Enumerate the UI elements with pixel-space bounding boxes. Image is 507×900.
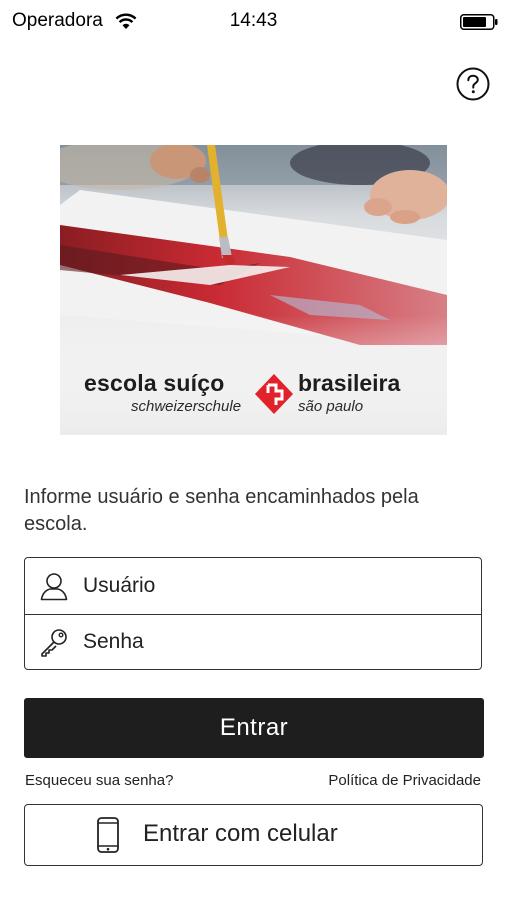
login-instructions: Informe usuário e senha encaminhados pel… [24, 486, 419, 535]
login-form: Usuário Senha [24, 557, 482, 670]
question-circle-icon[interactable] [456, 67, 490, 101]
enter-button-label: Entrar [219, 714, 289, 741]
password-placeholder: Senha [83, 630, 144, 653]
privacy-policy-link[interactable]: Política de Privacidade [328, 772, 481, 789]
password-field[interactable]: Senha [25, 614, 481, 670]
enter-button[interactable]: Entrar [24, 698, 484, 758]
smartphone-icon [97, 817, 119, 853]
forgot-password-link[interactable]: Esqueceu sua senha? [25, 772, 173, 789]
battery-icon [460, 14, 498, 30]
key-icon [41, 629, 67, 657]
username-placeholder: Usuário [83, 574, 156, 597]
user-icon [40, 573, 68, 601]
school-logo-icon [255, 374, 293, 414]
status-bar: Operadora 14:43 [0, 0, 507, 44]
logo-text-right: brasileira [298, 370, 401, 396]
status-time: 14:43 [229, 10, 278, 31]
logo-subtitle-right: são paulo [298, 398, 364, 415]
logo-subtitle-left: schweizerschule [131, 398, 242, 415]
phone-login-label: Entrar com celular [143, 820, 338, 847]
phone-login-button[interactable]: Entrar com celular [24, 804, 483, 866]
school-banner-image: escola suíço brasileira schweizerschule … [60, 145, 447, 435]
username-field[interactable]: Usuário [25, 558, 481, 615]
logo-text-left: escola suíço [84, 370, 225, 396]
login-screen: Operadora 14:43 escola suíço brasileira … [0, 0, 507, 900]
